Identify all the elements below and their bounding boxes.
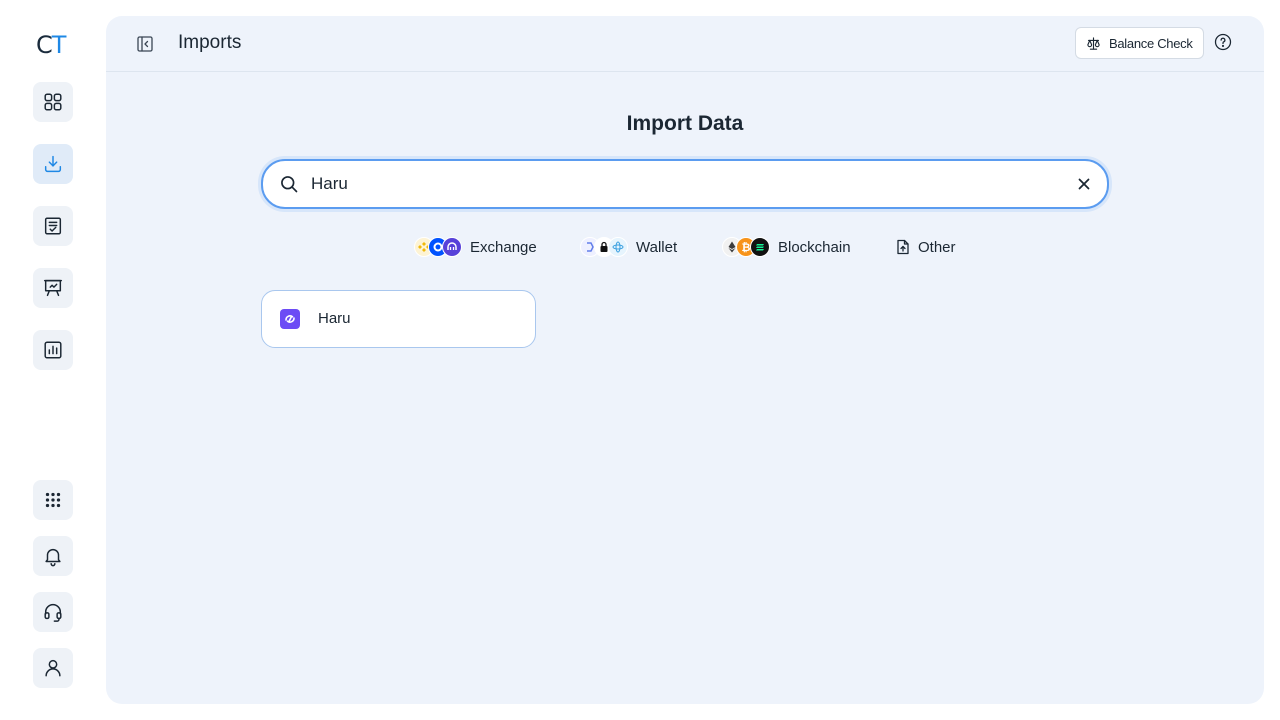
user-icon bbox=[45, 659, 61, 677]
filter-blockchain[interactable]: ₿ Blockchain bbox=[722, 234, 851, 260]
filter-blockchain-label: Blockchain bbox=[778, 238, 851, 256]
solana-icon bbox=[750, 237, 770, 257]
sidebar-item-support[interactable] bbox=[33, 592, 73, 632]
help-icon[interactable] bbox=[1214, 33, 1232, 51]
import-data-heading: Import Data bbox=[626, 112, 744, 135]
blockchain-icons: ₿ bbox=[722, 237, 770, 257]
wallet-icons bbox=[580, 237, 628, 257]
filter-wallet-label: Wallet bbox=[636, 238, 678, 256]
sidebar-item-profile[interactable] bbox=[33, 648, 73, 688]
logo-letter-c: C bbox=[36, 31, 53, 59]
page-header: Imports Balance Check bbox=[106, 16, 1264, 72]
file-upload-icon bbox=[897, 239, 909, 255]
apps-grid-icon bbox=[45, 492, 61, 508]
scale-icon bbox=[1087, 36, 1100, 50]
sidebar-item-dashboard[interactable] bbox=[33, 82, 73, 122]
sidebar-collapse-icon[interactable] bbox=[136, 35, 154, 53]
balance-check-button[interactable]: Balance Check bbox=[1075, 27, 1204, 59]
filter-wallet[interactable]: Wallet bbox=[580, 234, 677, 260]
filter-exchange[interactable]: Exchange bbox=[414, 234, 537, 260]
sidebar-item-presentation[interactable] bbox=[33, 268, 73, 308]
clear-search-icon[interactable] bbox=[1077, 177, 1091, 191]
download-icon bbox=[44, 155, 62, 173]
category-filters: Exchange Wallet ₿ Blockchain Other bbox=[106, 234, 1264, 260]
kraken-icon bbox=[442, 237, 462, 257]
sidebar-item-reports[interactable] bbox=[33, 330, 73, 370]
headset-icon bbox=[44, 604, 62, 622]
electrum-icon bbox=[608, 237, 628, 257]
filter-other[interactable]: Other bbox=[896, 234, 956, 260]
haru-logo-icon bbox=[280, 309, 300, 329]
sidebar-item-transactions[interactable] bbox=[33, 206, 73, 246]
app-logo[interactable]: CT bbox=[36, 31, 67, 59]
exchange-icons bbox=[414, 237, 462, 257]
search-icon bbox=[281, 176, 298, 193]
result-name: Haru bbox=[318, 310, 351, 327]
bar-chart-icon bbox=[44, 341, 62, 359]
sidebar-item-imports[interactable] bbox=[33, 144, 73, 184]
search-input[interactable] bbox=[311, 171, 1051, 197]
main-panel: Imports Balance Check Import Data Haru E… bbox=[106, 16, 1264, 704]
filter-exchange-label: Exchange bbox=[470, 238, 537, 256]
sidebar-item-apps[interactable] bbox=[33, 480, 73, 520]
sidebar: CT bbox=[0, 0, 106, 720]
logo-letter-t: T bbox=[51, 31, 67, 59]
checklist-icon bbox=[44, 217, 62, 235]
filter-other-label: Other bbox=[918, 238, 956, 256]
search-box bbox=[261, 159, 1109, 209]
balance-check-label: Balance Check bbox=[1109, 35, 1193, 51]
presentation-board-icon bbox=[44, 279, 62, 297]
grid-icon bbox=[44, 93, 62, 111]
page-title: Imports bbox=[178, 32, 242, 53]
result-card-haru[interactable]: Haru bbox=[261, 290, 536, 348]
sidebar-item-notifications[interactable] bbox=[33, 536, 73, 576]
bell-icon bbox=[45, 548, 61, 567]
